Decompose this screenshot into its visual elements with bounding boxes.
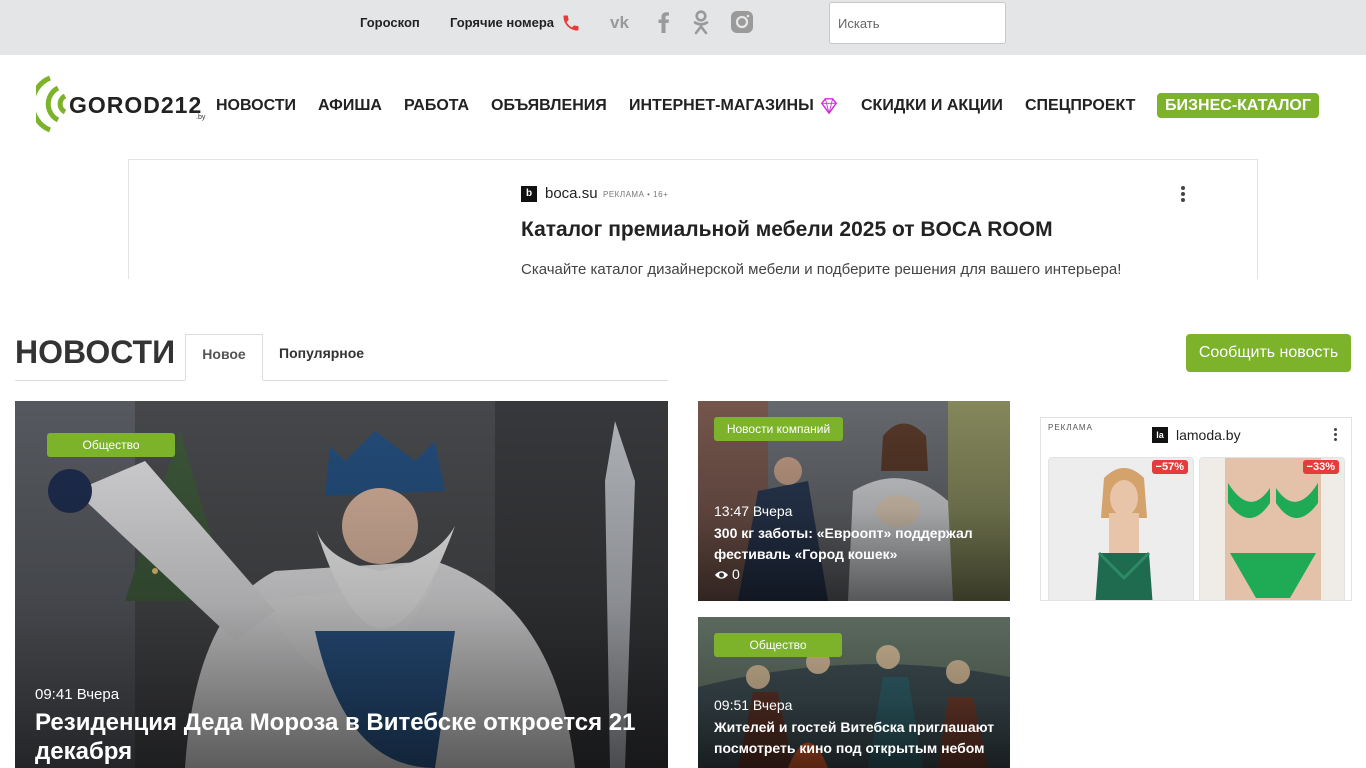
news-time: 09:41 Вчера (35, 686, 120, 703)
diamond-icon (820, 98, 838, 115)
product-photo (1200, 458, 1344, 600)
news-title[interactable]: Резиденция Деда Мороза в Витебске открое… (35, 708, 655, 766)
report-news-button[interactable]: Сообщить новость (1186, 334, 1351, 372)
category-badge[interactable]: Новости компаний (714, 417, 843, 441)
views-count: 0 (732, 566, 740, 582)
news-time: 13:47 Вчера (714, 503, 793, 519)
ad-label: РЕКЛАМА (1048, 423, 1093, 432)
odnoklassniki-icon[interactable] (688, 9, 714, 35)
nav-jobs[interactable]: РАБОТА (404, 97, 469, 115)
news-time: 09:51 Вчера (714, 697, 793, 713)
svg-text:vk: vk (610, 13, 629, 32)
discount-badge: −33% (1302, 460, 1339, 474)
ad-favicon: b (521, 186, 537, 202)
news-title[interactable]: Жителей и гостей Витебска приглашают пос… (714, 717, 999, 759)
news-card-featured[interactable]: Общество 09:41 Вчера Резиденция Деда Мор… (15, 401, 668, 768)
product-card[interactable]: −33% (1199, 457, 1345, 600)
product-card[interactable]: −57% (1048, 457, 1194, 600)
ad-domain[interactable]: lamoda.by (1176, 427, 1241, 443)
logo-text: GOROD212 (69, 92, 203, 118)
search-input[interactable] (829, 2, 1006, 44)
logo-suffix: .by (196, 114, 206, 121)
tab-new[interactable]: Новое (185, 334, 263, 381)
top-bar: Гороскоп Горячие номера vk (0, 0, 1366, 55)
ad-title[interactable]: Каталог премиальной мебели 2025 от BOCA … (521, 218, 1053, 242)
more-options-icon[interactable] (1179, 184, 1187, 204)
nav-online-shops[interactable]: ИНТЕРНЕТ-МАГАЗИНЫ (629, 97, 814, 115)
ad-domain[interactable]: boca.su (545, 185, 598, 202)
nav-special[interactable]: СПЕЦПРОЕКТ (1025, 97, 1135, 115)
news-title[interactable]: 300 кг заботы: «Евроопт» поддержал фести… (714, 523, 999, 565)
business-catalog-button[interactable]: БИЗНЕС-КАТАЛОГ (1157, 93, 1319, 118)
news-card[interactable]: Новости компаний 13:47 Вчера 300 кг забо… (698, 401, 1010, 601)
top-advertisement[interactable]: b boca.su РЕКЛАМА • 16+ Каталог премиаль… (128, 159, 1258, 279)
horoscope-link[interactable]: Гороскоп (360, 15, 420, 30)
site-logo[interactable]: GOROD212 .by (36, 74, 211, 134)
nav-classifieds[interactable]: ОБЪЯВЛЕНИЯ (491, 97, 607, 115)
tabs-divider (15, 380, 668, 381)
facebook-icon[interactable] (651, 9, 677, 35)
more-options-icon[interactable] (1331, 426, 1339, 446)
discount-badge: −57% (1151, 460, 1188, 474)
phone-icon[interactable] (561, 13, 581, 33)
instagram-icon[interactable] (729, 9, 755, 35)
nav-news[interactable]: НОВОСТИ (216, 97, 296, 115)
side-advertisement[interactable]: РЕКЛАМА la lamoda.by −57% −33% (1040, 417, 1352, 601)
eye-icon (714, 571, 729, 579)
nav-discounts[interactable]: СКИДКИ И АКЦИИ (861, 97, 1003, 115)
tab-popular[interactable]: Популярное (279, 345, 364, 361)
category-badge[interactable]: Общество (714, 633, 842, 657)
ad-description: Скачайте каталог дизайнерской мебели и п… (521, 261, 1122, 278)
hotlines-link[interactable]: Горячие номера (450, 15, 554, 30)
news-card[interactable]: Общество 09:51 Вчера Жителей и гостей Ви… (698, 617, 1010, 768)
vk-icon[interactable]: vk (610, 9, 636, 35)
nav-afisha[interactable]: АФИША (318, 97, 382, 115)
product-photo (1049, 458, 1193, 600)
news-heading: НОВОСТИ (15, 334, 176, 370)
ad-favicon: la (1152, 427, 1168, 443)
category-badge[interactable]: Общество (47, 433, 175, 457)
ad-label: РЕКЛАМА • 16+ (603, 190, 669, 199)
